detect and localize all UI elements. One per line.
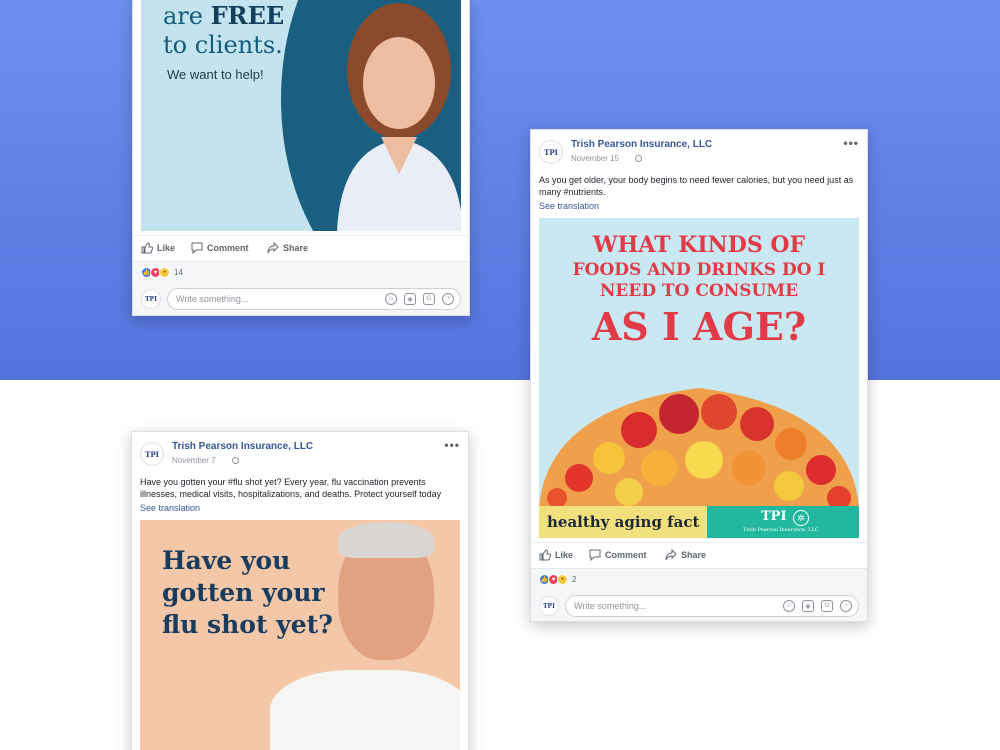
sticker-icon[interactable]: ◔ xyxy=(442,293,454,305)
image-headline-line2: gotten your xyxy=(162,578,325,607)
post-header: TPI Trish Pearson Insurance, LLC Novembe… xyxy=(132,432,468,472)
share-button[interactable]: Share xyxy=(665,549,706,561)
reaction-count: 14 xyxy=(174,268,183,277)
post-date[interactable]: November 7 xyxy=(172,456,239,465)
image-banner: healthy aging fact TPI ✲ Trish Pearson I… xyxy=(539,506,859,538)
reaction-count: 2 xyxy=(572,575,577,584)
sticker-icon[interactable]: ◔ xyxy=(840,600,852,612)
banner-company: Trish Pearson Insurance, LLC xyxy=(743,527,819,533)
man-hair xyxy=(338,522,434,558)
like-button[interactable]: Like xyxy=(141,242,175,254)
comment-box[interactable]: ☺ ◉ G ◔ xyxy=(565,595,859,617)
wow-reaction-icon: • xyxy=(159,267,170,278)
comment-box[interactable]: ☺ ◉ G ◔ xyxy=(167,288,461,310)
image-subline: We want to help! xyxy=(167,67,264,82)
page-name[interactable]: Trish Pearson Insurance, LLC xyxy=(571,139,712,150)
reactions-bar[interactable]: 👍 ♥ • 14 xyxy=(133,261,469,283)
see-translation-link[interactable]: See translation xyxy=(132,500,468,513)
like-button[interactable]: Like xyxy=(539,549,573,561)
post-text: Have you gotten your #flu shot yet? Ever… xyxy=(140,477,442,499)
camera-icon[interactable]: ◉ xyxy=(404,293,416,305)
share-icon xyxy=(665,549,677,561)
comment-tools: ☺ ◉ G ◔ xyxy=(783,600,852,612)
more-options-icon[interactable]: ••• xyxy=(843,136,859,150)
image-headline-line2: to clients. xyxy=(163,31,283,59)
like-label: Like xyxy=(555,550,574,560)
fruit-and-vegetable-mound xyxy=(539,388,859,508)
see-translation-link[interactable]: See translation xyxy=(531,198,867,211)
comment-button[interactable]: Comment xyxy=(589,549,647,561)
comment-input[interactable] xyxy=(176,292,356,306)
comment-composer: TPI ☺ ◉ G ◔ xyxy=(531,590,867,621)
emoji-icon[interactable]: ☺ xyxy=(385,293,397,305)
emoji-icon[interactable]: ☺ xyxy=(783,600,795,612)
thumbs-up-icon xyxy=(539,549,551,561)
image-headline-line1: are FREE xyxy=(163,1,285,30)
post-image[interactable]: Have you gotten your flu shot yet? xyxy=(140,520,460,750)
man-shirt xyxy=(270,670,460,750)
thumbs-up-icon xyxy=(141,242,153,254)
comment-label: Comment xyxy=(207,243,249,253)
banner-tagline: healthy aging fact xyxy=(539,506,707,538)
page-name[interactable]: Trish Pearson Insurance, LLC xyxy=(172,441,313,452)
post-actions: Like Comment Share xyxy=(531,542,867,566)
facebook-post-card: are FREE to clients. We want to help! Li… xyxy=(132,0,470,316)
comment-composer: TPI ☺ ◉ G ◔ xyxy=(133,283,469,315)
image-headline-line1: Have you xyxy=(162,546,291,575)
globe-icon xyxy=(635,155,643,162)
banner-logo-text: TPI xyxy=(761,509,787,524)
reactions-bar[interactable]: 👍 ♥ • 2 xyxy=(531,568,867,590)
post-image[interactable]: WHAT KINDS OF FOODS AND DRINKS DO I NEED… xyxy=(539,218,859,538)
commenter-avatar: TPI xyxy=(539,596,559,616)
post-header: TPI Trish Pearson Insurance, LLC Novembe… xyxy=(531,130,867,170)
share-icon xyxy=(267,242,279,254)
page-logo[interactable]: TPI xyxy=(539,140,563,164)
comment-icon xyxy=(191,242,203,254)
facebook-post-card: TPI Trish Pearson Insurance, LLC Novembe… xyxy=(530,129,868,622)
share-button[interactable]: Share xyxy=(267,242,308,254)
image-headline-line3: flu shot yet? xyxy=(162,610,333,639)
page-logo[interactable]: TPI xyxy=(140,442,164,466)
compass-icon: ✲ xyxy=(793,510,809,526)
camera-icon[interactable]: ◉ xyxy=(802,600,814,612)
image-headline-line2: FOODS AND DRINKS DO I xyxy=(572,260,826,280)
share-label: Share xyxy=(681,550,707,560)
facebook-post-card: TPI Trish Pearson Insurance, LLC Novembe… xyxy=(131,431,469,750)
comment-button[interactable]: Comment xyxy=(191,242,249,254)
gif-icon[interactable]: G xyxy=(423,293,435,305)
globe-icon xyxy=(231,457,239,464)
post-text: As you get older, your body begins to ne… xyxy=(539,175,854,197)
gif-icon[interactable]: G xyxy=(821,600,833,612)
like-label: Like xyxy=(157,243,176,253)
comment-input[interactable] xyxy=(574,599,754,613)
post-date[interactable]: November 15 xyxy=(571,154,643,163)
banner-brand: TPI ✲ Trish Pearson Insurance, LLC xyxy=(707,506,859,538)
comment-icon xyxy=(589,549,601,561)
comment-label: Comment xyxy=(605,550,647,560)
image-headline-line1: WHAT KINDS OF xyxy=(592,232,806,258)
wow-reaction-icon: • xyxy=(557,574,568,585)
comment-tools: ☺ ◉ G ◔ xyxy=(385,293,454,305)
commenter-avatar: TPI xyxy=(141,289,161,309)
post-image[interactable]: are FREE to clients. We want to help! xyxy=(141,0,461,231)
share-label: Share xyxy=(283,243,309,253)
image-headline-line4: AS I AGE? xyxy=(591,304,807,349)
post-actions: Like Comment Share xyxy=(133,235,469,259)
more-options-icon[interactable]: ••• xyxy=(444,438,460,452)
image-headline-line3: NEED TO CONSUME xyxy=(599,281,799,301)
